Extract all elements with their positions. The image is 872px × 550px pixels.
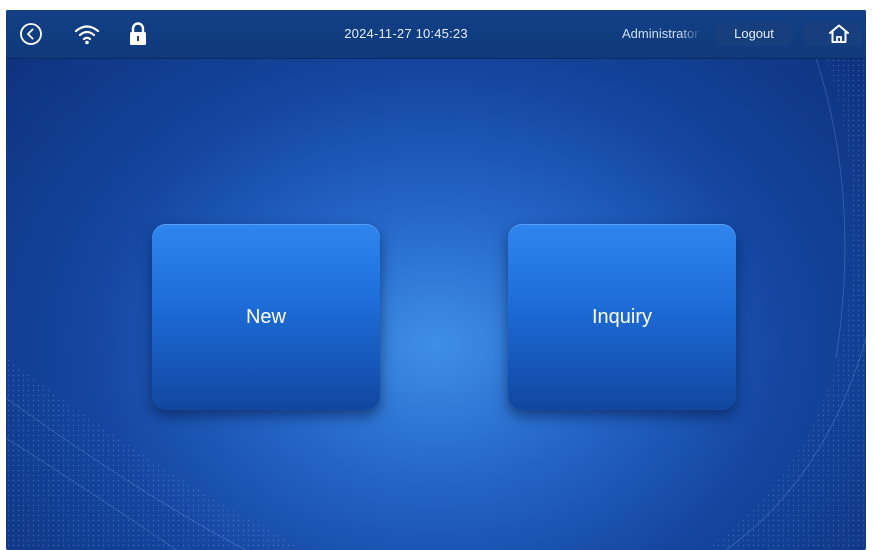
new-button-label: New bbox=[245, 305, 286, 328]
top-margin bbox=[6, 0, 866, 10]
new-button[interactable]: New bbox=[152, 224, 380, 410]
screen: 2024-11-27 10:45:23 Administrator Logout bbox=[6, 10, 866, 550]
logout-button[interactable]: Logout bbox=[714, 22, 794, 46]
inquiry-button-label: Inquiry bbox=[591, 305, 653, 328]
datetime-display: 2024-11-27 10:45:23 bbox=[344, 26, 468, 41]
back-icon[interactable] bbox=[18, 10, 44, 58]
wifi-icon bbox=[72, 10, 102, 58]
status-bar: 2024-11-27 10:45:23 Administrator Logout bbox=[6, 10, 866, 59]
background-wave-pattern bbox=[6, 58, 866, 550]
user-name: Administrator bbox=[622, 26, 699, 41]
inquiry-button[interactable]: Inquiry bbox=[508, 224, 736, 410]
lock-icon[interactable] bbox=[126, 10, 150, 58]
main-area: New Inquiry bbox=[6, 58, 866, 550]
home-icon[interactable] bbox=[824, 10, 854, 58]
